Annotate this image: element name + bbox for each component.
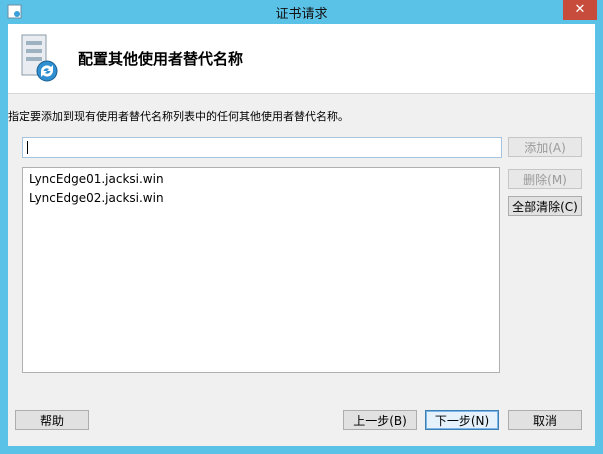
alt-name-input[interactable] — [22, 137, 502, 158]
back-button[interactable]: 上一步(B) — [343, 410, 417, 430]
page-title: 配置其他使用者替代名称 — [78, 50, 244, 68]
list-item[interactable]: LyncEdge02.jacksi.win — [29, 191, 164, 205]
dialog-client-area: 配置其他使用者替代名称 指定要添加到现有使用者替代名称列表中的任何其他使用者替代… — [8, 24, 595, 446]
alt-names-list[interactable]: LyncEdge01.jacksi.win LyncEdge02.jacksi.… — [22, 167, 500, 373]
add-button[interactable]: 添加(A) — [508, 137, 582, 157]
server-certificate-icon — [21, 34, 58, 82]
instruction-text: 指定要添加到现有使用者替代名称列表中的任何其他使用者替代名称。 — [8, 110, 349, 123]
remove-button[interactable]: 删除(M) — [508, 169, 582, 189]
clear-all-button[interactable]: 全部清除(C) — [508, 196, 582, 216]
title-bar: 证书请求 ✕ — [0, 0, 603, 24]
cancel-button[interactable]: 取消 — [508, 410, 582, 430]
text-caret — [27, 141, 28, 154]
window-title: 证书请求 — [275, 7, 328, 22]
list-item[interactable]: LyncEdge01.jacksi.win — [29, 172, 164, 186]
wizard-header: 配置其他使用者替代名称 — [8, 24, 595, 94]
help-button[interactable]: 帮助 — [15, 410, 89, 430]
next-button[interactable]: 下一步(N) — [425, 410, 499, 430]
close-button[interactable]: ✕ — [563, 0, 597, 20]
